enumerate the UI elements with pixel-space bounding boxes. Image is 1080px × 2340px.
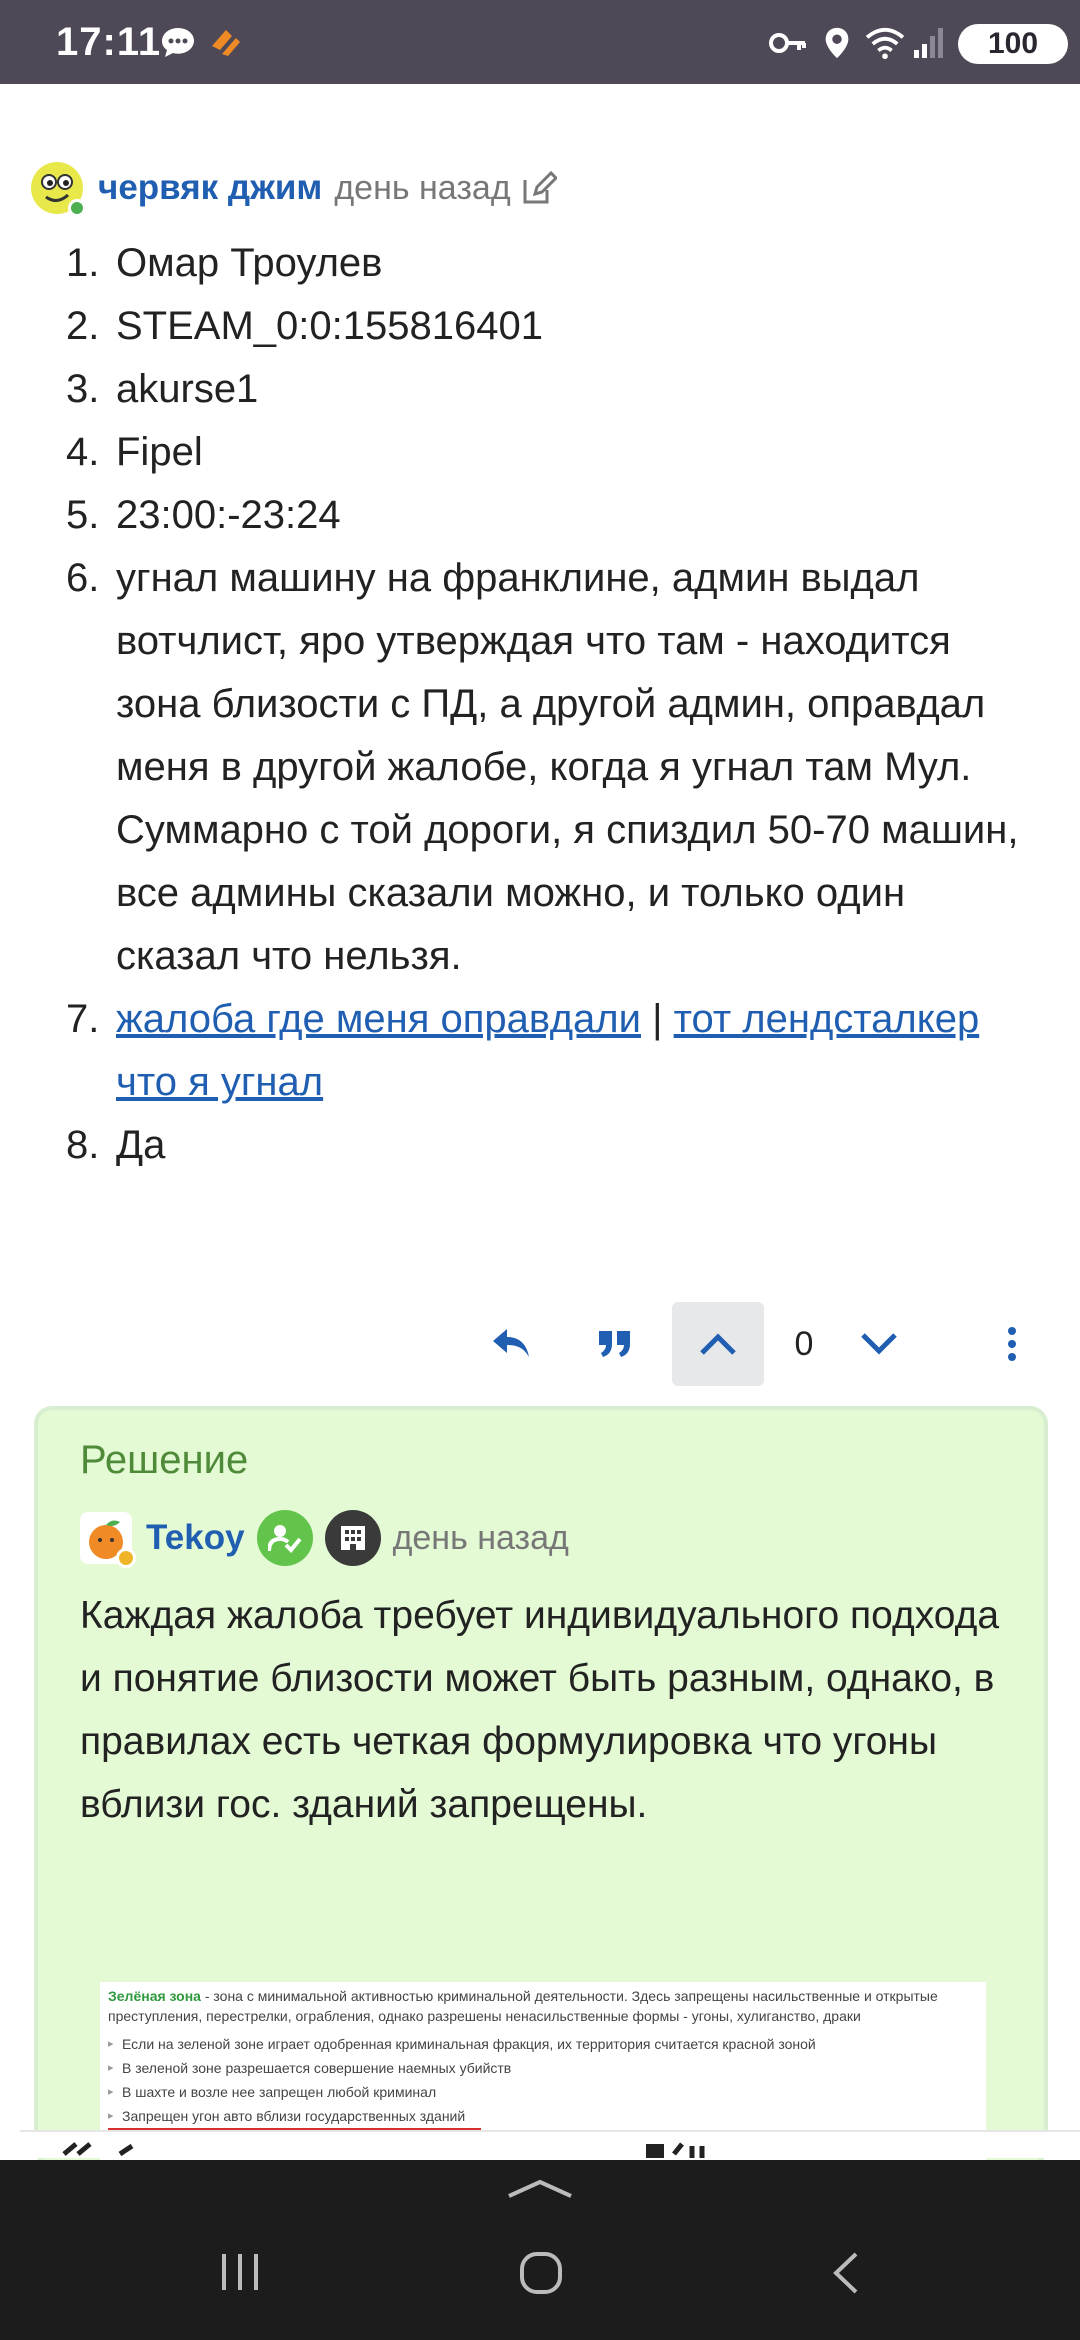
rules-heading-bold: Зелёная зона xyxy=(108,1988,201,2004)
status-bar: 17:11 100 xyxy=(0,0,1080,84)
chevron-down-icon xyxy=(861,1333,897,1355)
edit-history-icon[interactable] xyxy=(521,170,557,206)
list-item: 3. akurse1 xyxy=(66,358,1026,421)
list-item: 5. 23:00:-23:24 xyxy=(66,484,1026,547)
rules-heading-text: - зона с минимальной активностью кримина… xyxy=(108,1988,938,2024)
list-item: 7. жалоба где меня оправдали | тот лендс… xyxy=(66,988,1026,1114)
away-status-dot xyxy=(116,1548,136,1568)
battery-indicator: 100 xyxy=(958,24,1068,64)
post-header: червяк джим день назад xyxy=(30,160,557,217)
list-number: 3. xyxy=(66,367,100,411)
quote-button[interactable] xyxy=(584,1302,646,1386)
list-number: 5. xyxy=(66,493,100,537)
chat-bubble-icon xyxy=(162,28,194,57)
reply-icon xyxy=(493,1329,529,1357)
list-number: 8. xyxy=(66,1123,100,1167)
vote-count: 0 xyxy=(782,1302,826,1386)
online-status-dot xyxy=(68,199,86,217)
list-text: угнал машину на франклине, админ выдал в… xyxy=(116,556,1019,978)
link-separator: | xyxy=(652,997,663,1041)
more-vertical-icon xyxy=(1008,1327,1016,1361)
list-item: 2. STEAM_0:0:155816401 xyxy=(66,295,1026,358)
upvote-button[interactable] xyxy=(672,1302,764,1386)
post-body-list: 1. Омар Троулев 2. STEAM_0:0:155816401 3… xyxy=(66,232,1026,1177)
recent-apps-icon[interactable] xyxy=(218,2250,262,2294)
complaint-link[interactable]: жалоба где меня оправдали xyxy=(116,997,641,1041)
list-text: akurse1 xyxy=(116,367,259,411)
location-icon xyxy=(825,27,849,59)
list-item: 8. Да xyxy=(66,1114,1026,1177)
building-icon xyxy=(340,1526,365,1550)
solution-text: Каждая жалоба требует индивидуального по… xyxy=(80,1594,1000,1826)
solution-box: Решение Tekoy день назад Каждая жалоба т… xyxy=(34,1406,1048,2166)
rules-item: Если на зеленой зоне играет одобренная к… xyxy=(108,2032,978,2056)
list-number: 2. xyxy=(66,304,100,348)
signal-icon xyxy=(914,28,943,58)
key-icon xyxy=(769,33,806,53)
solution-date[interactable]: день назад xyxy=(393,1519,569,1558)
list-item: 4. Fipel xyxy=(66,421,1026,484)
system-navigation-bar xyxy=(0,2160,1080,2340)
quote-icon xyxy=(599,1331,630,1357)
post-actions: 0 xyxy=(480,1302,1040,1386)
rules-item-highlighted: Запрещен угон авто вблизи государственны… xyxy=(108,2104,482,2131)
post-date[interactable]: день назад xyxy=(334,169,510,208)
back-icon[interactable] xyxy=(828,2250,864,2296)
solution-username[interactable]: Tekoy xyxy=(146,1518,245,1558)
list-text: 23:00:-23:24 xyxy=(116,493,341,537)
list-number: 7. xyxy=(66,997,100,1041)
downvote-button[interactable] xyxy=(842,1302,916,1386)
app-logo-icon xyxy=(212,30,240,56)
list-item: 6. угнал машину на франклине, админ выда… xyxy=(66,547,1026,988)
post-username[interactable]: червяк джим xyxy=(98,168,322,208)
home-icon[interactable] xyxy=(518,2250,564,2296)
list-text: жалоба где меня оправдали | тот лендстал… xyxy=(116,988,1026,1114)
user-check-icon xyxy=(267,1525,302,1553)
list-number: 6. xyxy=(66,556,100,600)
list-text: Омар Троулев xyxy=(116,241,383,285)
vote-count-value: 0 xyxy=(794,1324,814,1363)
solution-header: Tekoy день назад xyxy=(80,1508,569,1568)
solution-title: Решение xyxy=(80,1438,249,1482)
list-number: 4. xyxy=(66,430,100,474)
reply-button[interactable] xyxy=(480,1302,542,1386)
toolbar-icons-partial xyxy=(62,2142,705,2158)
chevron-up-handle-icon[interactable] xyxy=(505,2176,575,2200)
moderator-badge[interactable] xyxy=(256,1510,313,1566)
chevron-up-icon xyxy=(700,1333,736,1355)
rules-item: В шахте и возле нее запрещен любой крими… xyxy=(108,2080,978,2104)
more-options-button[interactable] xyxy=(990,1302,1034,1386)
list-text: Fipel xyxy=(116,430,203,474)
rules-item: В зеленой зоне разрешается совершение на… xyxy=(108,2056,978,2080)
user-avatar[interactable] xyxy=(30,161,86,217)
list-number: 1. xyxy=(66,241,100,285)
rules-heading: Зелёная зона - зона с минимальной активн… xyxy=(108,1986,978,2026)
staff-badge[interactable] xyxy=(324,1510,381,1566)
list-text: STEAM_0:0:155816401 xyxy=(116,304,543,348)
list-text: Да xyxy=(116,1123,166,1167)
editor-toolbar-partial xyxy=(20,2130,1080,2158)
wifi-icon xyxy=(865,27,905,60)
list-item: 1. Омар Троулев xyxy=(66,232,1026,295)
status-time: 17:11 xyxy=(56,20,162,64)
solution-user-avatar[interactable] xyxy=(80,1512,136,1568)
